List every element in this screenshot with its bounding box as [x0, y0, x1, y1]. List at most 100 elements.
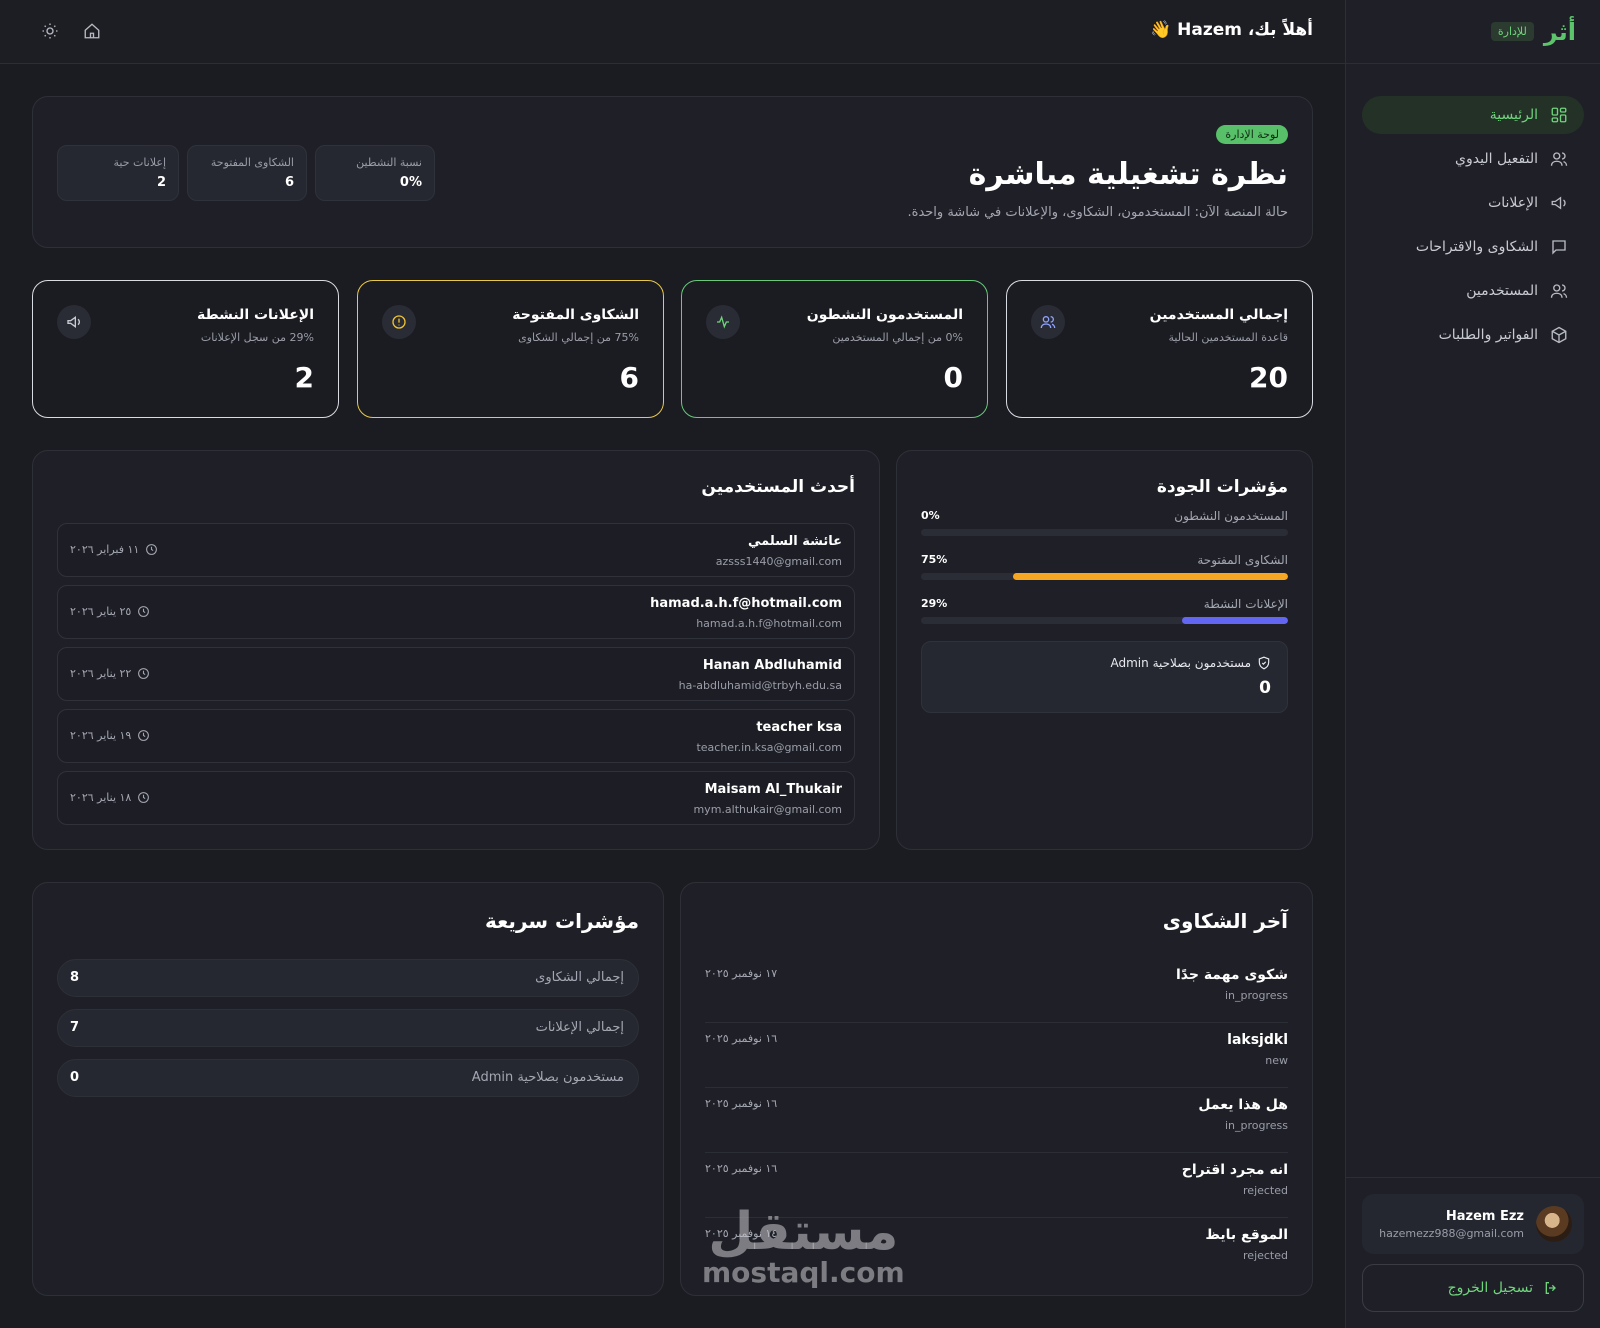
- logout-icon: [1543, 1280, 1559, 1296]
- quick-indicator-row: مستخدمون بصلاحية Admin 0: [57, 1059, 639, 1097]
- user-row-name: Hanan Abdluhamid: [702, 658, 842, 673]
- watermark-arabic: مستقل: [708, 1202, 899, 1262]
- page-subtitle: حالة المنصة الآن: المستخدمون، الشكاوى، و…: [907, 205, 1289, 220]
- section-title: مؤشرات الجودة: [1156, 477, 1288, 497]
- users-icon: [1031, 305, 1065, 339]
- topbar: أهلاً بك، Hazem 👋: [0, 0, 1345, 64]
- mini-stat-value: 6: [284, 175, 294, 190]
- complaint-date: ١٦ نوفمبر ٢٠٢٥: [705, 1032, 778, 1045]
- user-row[interactable]: teacher ksa teacher.in.ksa@gmail.com ١٩ ين…: [57, 709, 855, 763]
- clock-icon: [137, 605, 150, 618]
- user-card[interactable]: Hazem Ezz hazemezz988@gmail.com: [1362, 1194, 1584, 1254]
- user-name: Hazem Ezz: [1445, 1208, 1524, 1224]
- user-row-date: ٢٥ يناير ٢٠٢٦: [70, 605, 150, 618]
- quick-indicator-row: إجمالي الإعلانات 7: [57, 1009, 639, 1047]
- clock-icon: [145, 543, 158, 556]
- user-email: hazemezz988@gmail.com: [1379, 1226, 1524, 1240]
- user-row-name: hamad.a.h.f@hotmail.com: [650, 596, 842, 611]
- complaint-title: laksjdkl: [1227, 1032, 1288, 1048]
- stat-value: 0: [943, 361, 963, 394]
- admin-users-label: مستخدمون بصلاحية Admin: [1110, 656, 1252, 670]
- sidebar-item-users[interactable]: المستخدمين: [1362, 272, 1584, 310]
- clock-icon: [137, 667, 150, 680]
- quick-indicator-row: إجمالي الشكاوى 8: [57, 959, 639, 997]
- stat-value: 2: [294, 361, 314, 394]
- clock-icon: [137, 729, 150, 742]
- complaint-status: in_progress: [1224, 989, 1288, 1002]
- user-row[interactable]: عائشة السلمي azsss1440@gmail.com ١١ فبراير…: [57, 523, 855, 577]
- section-title: مؤشرات سريعة: [485, 909, 639, 933]
- sidebar-item-invoices[interactable]: الفواتير والطلبات: [1362, 316, 1584, 354]
- progress-track: [921, 617, 1288, 624]
- quality-percent: 29%: [921, 597, 948, 610]
- user-row-email: hamad.a.h.f@hotmail.com: [696, 617, 842, 630]
- complaint-row[interactable]: شكوى مهمة جدًا in_progress ١٧ نوفمبر ٢٠٢٥: [705, 967, 1288, 1023]
- quality-percent: 0%: [921, 509, 940, 522]
- clock-icon: [137, 791, 150, 804]
- brand-logo[interactable]: أثر: [1544, 18, 1576, 46]
- user-row-name: teacher ksa: [756, 720, 842, 735]
- quick-indicator-label: مستخدمون بصلاحية Admin: [471, 1070, 624, 1085]
- sidebar-nav: الرئيسية التفعيل اليدوي الإعلانات الشكاو…: [1346, 64, 1600, 354]
- section-title: آخر الشكاوى: [1162, 909, 1288, 933]
- brand[interactable]: أثر للإدارة: [1346, 0, 1600, 64]
- complaint-date: ١٦ نوفمبر ٢٠٢٥: [705, 1162, 778, 1175]
- progress-track: [921, 529, 1288, 536]
- activity-icon: [706, 305, 740, 339]
- mini-stat-label: الشكاوى المفتوحة: [210, 156, 294, 169]
- user-row-date-text: ١١ فبراير ٢٠٢٦: [70, 543, 140, 556]
- mini-stat-live-ads: إعلانات حية 2: [57, 145, 179, 201]
- user-row[interactable]: hamad.a.h.f@hotmail.com hamad.a.h.f@hotma…: [57, 585, 855, 639]
- stat-value: 20: [1249, 361, 1288, 394]
- sidebar-item-ads[interactable]: الإعلانات: [1362, 184, 1584, 222]
- progress-fill: [1012, 573, 1288, 580]
- user-row-email: teacher.in.ksa@gmail.com: [696, 741, 842, 754]
- box-icon: [1550, 326, 1568, 344]
- mini-stat-label: نسبة النشطين: [356, 156, 422, 169]
- sidebar-item-complaints[interactable]: الشكاوى والاقتراحات: [1362, 228, 1584, 266]
- home-icon[interactable]: [83, 22, 101, 40]
- progress-fill: [1181, 617, 1288, 624]
- admin-users-value: 0: [1259, 678, 1271, 698]
- quality-label: الإعلانات النشطة: [1203, 597, 1288, 611]
- quality-row: الشكاوى المفتوحة 75%: [921, 553, 1288, 585]
- quality-label: الشكاوى المفتوحة: [1197, 553, 1288, 567]
- sidebar-item-label: الفواتير والطلبات: [1438, 327, 1538, 343]
- mini-stat-value: 0%: [399, 175, 422, 190]
- chat-bubble-icon: [1550, 238, 1568, 256]
- user-row-date: ١٩ يناير ٢٠٢٦: [70, 729, 150, 742]
- sidebar: أثر للإدارة الرئيسية التفعيل اليدوي الإع…: [1345, 0, 1600, 1328]
- logout-button[interactable]: تسجيل الخروج: [1362, 1264, 1584, 1312]
- user-row-date-text: ٢٢ يناير ٢٠٢٦: [70, 667, 132, 680]
- dashboard-icon: [1550, 106, 1568, 124]
- alert-circle-icon: [382, 305, 416, 339]
- theme-toggle-icon[interactable]: [41, 22, 59, 40]
- complaint-title: شكوى مهمة جدًا: [1175, 967, 1288, 983]
- quality-indicators-card: مؤشرات الجودة المستخدمون النشطون 0% الشك…: [896, 450, 1313, 850]
- complaint-row[interactable]: laksjdkl new ١٦ نوفمبر ٢٠٢٥: [705, 1032, 1288, 1088]
- user-row[interactable]: Hanan Abdluhamid ha-abdluhamid@trbyh.edu.…: [57, 647, 855, 701]
- user-row-date-text: ١٨ يناير ٢٠٢٦: [70, 791, 132, 804]
- quick-indicator-value: 0: [70, 1070, 80, 1085]
- complaint-status: rejected: [1243, 1249, 1288, 1262]
- sidebar-item-manual-activation[interactable]: التفعيل اليدوي: [1362, 140, 1584, 178]
- megaphone-icon: [1550, 194, 1568, 212]
- complaint-date: ١٧ نوفمبر ٢٠٢٥: [705, 967, 778, 980]
- user-row-email: ha-abdluhamid@trbyh.edu.sa: [678, 679, 842, 692]
- quick-indicator-label: إجمالي الشكاوى: [535, 970, 624, 985]
- complaint-title: انه مجرد اقتراح: [1181, 1162, 1288, 1178]
- user-row-email: mym.althukair@gmail.com: [693, 803, 842, 816]
- admin-panel-badge: لوحة الإدارة: [1216, 125, 1288, 144]
- user-row-date-text: ٢٥ يناير ٢٠٢٦: [70, 605, 132, 618]
- stat-subtitle: 0% من إجمالي المستخدمين: [832, 331, 963, 344]
- user-row-date: ١١ فبراير ٢٠٢٦: [70, 543, 158, 556]
- stat-subtitle: قاعدة المستخدمين الحالية: [1168, 331, 1289, 344]
- stat-card-total-users: إجمالي المستخدمين قاعدة المستخدمين الحال…: [1006, 280, 1313, 418]
- complaint-title: هل هذا يعمل: [1198, 1097, 1288, 1113]
- stat-card-active-users: المستخدمون النشطون 0% من إجمالي المستخدم…: [681, 280, 988, 418]
- complaint-status: in_progress: [1224, 1119, 1288, 1132]
- sidebar-item-home[interactable]: الرئيسية: [1362, 96, 1584, 134]
- latest-users-card: أحدث المستخدمين عائشة السلمي azsss1440@gm…: [32, 450, 880, 850]
- user-row[interactable]: Maisam Al_Thukair mym.althukair@gmail.com…: [57, 771, 855, 825]
- complaint-row[interactable]: هل هذا يعمل in_progress ١٦ نوفمبر ٢٠٢٥: [705, 1097, 1288, 1153]
